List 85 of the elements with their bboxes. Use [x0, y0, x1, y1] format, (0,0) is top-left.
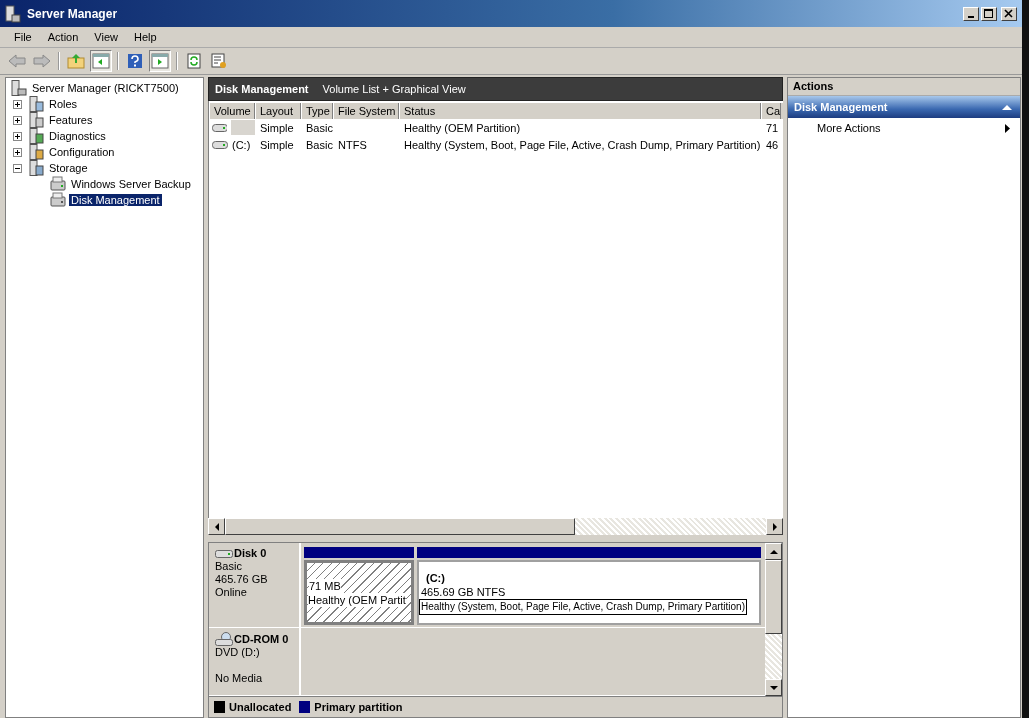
partition-status: Healthy (OEM Partit: [308, 592, 406, 607]
actions-section-header[interactable]: Disk Management: [788, 96, 1020, 118]
disk-type: Basic: [215, 560, 243, 573]
disk-drive-icon: [215, 548, 233, 559]
horizontal-scrollbar[interactable]: [208, 518, 783, 535]
table-cell: Healthy (System, Boot, Page File, Active, Crash Dump, Primary Partition): [404, 138, 761, 151]
action-item[interactable]: More Actions: [788, 118, 1020, 138]
panel-title: Disk Management: [215, 83, 309, 95]
column-header[interactable]: Status: [399, 103, 761, 119]
tree-item[interactable]: Server Manager (RICKT7500): [30, 82, 181, 94]
column-header[interactable]: Volume: [209, 103, 255, 119]
vertical-scrollbar[interactable]: [765, 543, 782, 696]
scroll-right-icon[interactable]: [766, 518, 783, 535]
close-icon: [1004, 8, 1014, 19]
disk-type: DVD (D:): [215, 646, 261, 659]
server-icon: [5, 4, 21, 23]
window-title: Server Manager: [27, 6, 119, 21]
menu-item[interactable]: Help: [126, 31, 164, 43]
menu-item[interactable]: View: [87, 31, 125, 43]
partition-label: (C:): [425, 570, 445, 585]
legend-label: Unallocated: [229, 701, 292, 713]
table-cell: Basic: [306, 121, 333, 134]
table-cell: Basic: [306, 138, 333, 151]
server-icon: [11, 80, 27, 96]
tree-item[interactable]: Storage: [47, 162, 90, 174]
tree-pane-icon[interactable]: [90, 50, 112, 72]
volume-icon: [212, 123, 227, 132]
maximize-icon: [984, 8, 994, 19]
disk-capacity: 465.76 GB: [215, 573, 269, 586]
column-header[interactable]: Ca: [761, 103, 781, 119]
legend-label: Primary partition: [314, 701, 403, 713]
scrollbar-thumb[interactable]: [765, 560, 782, 634]
volume-icon: [212, 140, 228, 149]
disk-status: Online: [215, 586, 248, 599]
server-icon: [28, 160, 44, 176]
tree-item[interactable]: Diagnostics: [47, 130, 108, 142]
server-icon: [28, 144, 44, 160]
actions-header: Actions: [788, 78, 1020, 96]
cd-drive-icon: [215, 632, 233, 646]
expander-icon[interactable]: [13, 99, 22, 109]
scroll-up-icon[interactable]: [765, 543, 782, 560]
section-title: Disk Management: [794, 101, 888, 113]
close-button[interactable]: [1001, 6, 1017, 21]
table-cell: Simple: [260, 138, 294, 151]
expander-icon[interactable]: [13, 131, 22, 141]
maximize-button[interactable]: [981, 6, 997, 21]
table-cell: NTFS: [338, 138, 367, 151]
partition-status: Healthy (System, Boot, Page File, Active, Crash Dump, Primary Partition): [419, 598, 747, 615]
table-cell: Healthy (OEM Partition): [404, 121, 521, 134]
scrollbar-thumb[interactable]: [225, 518, 575, 535]
table-cell: 71: [766, 121, 779, 134]
panel-subtitle: Volume List + Graphical View: [322, 83, 466, 95]
server-icon: [28, 112, 44, 128]
table-cell: (C:): [232, 138, 251, 151]
scroll-left-icon[interactable]: [208, 518, 225, 535]
expander-icon[interactable]: [13, 163, 22, 173]
server-icon: [28, 96, 44, 112]
server-icon: [28, 128, 44, 144]
tree-item[interactable]: Features: [47, 114, 95, 126]
partition-size: 465.69 GB NTFS: [421, 584, 506, 599]
table-cell: 46: [766, 138, 779, 151]
action-pane-icon[interactable]: [149, 50, 171, 72]
table-cell: Simple: [260, 121, 294, 134]
partition[interactable]: 71 MB Healthy (OEM Partit: [304, 547, 414, 625]
submenu-arrow-icon: [1005, 123, 1010, 133]
tree-item[interactable]: Roles: [47, 98, 80, 110]
menu-item[interactable]: Action: [40, 31, 86, 43]
tree-item[interactable]: Windows Server Backup: [69, 178, 193, 190]
expander-icon[interactable]: [13, 115, 22, 125]
column-header[interactable]: File System: [333, 103, 399, 119]
partition[interactable]: (C:) 465.69 GB NTFS Healthy (System, Boot, Page File, Active, Crash Dump, Primary Partition): [417, 547, 761, 625]
disk-name: Disk 0: [234, 547, 267, 560]
scroll-down-icon[interactable]: [765, 679, 782, 696]
disk-name: CD-ROM 0: [234, 632, 289, 646]
minimize-button[interactable]: [963, 6, 979, 21]
menu-item[interactable]: File: [7, 31, 39, 43]
column-header[interactable]: Layout: [255, 103, 301, 119]
collapse-icon[interactable]: [1002, 104, 1012, 110]
tree-item[interactable]: Disk Management: [69, 194, 162, 206]
column-header[interactable]: Type: [301, 103, 333, 119]
disk-status: No Media: [215, 672, 264, 685]
expander-icon[interactable]: [13, 147, 22, 157]
minimize-icon: [968, 15, 974, 18]
partition-size: 71 MB: [309, 578, 341, 593]
tree-item[interactable]: Configuration: [47, 146, 117, 158]
